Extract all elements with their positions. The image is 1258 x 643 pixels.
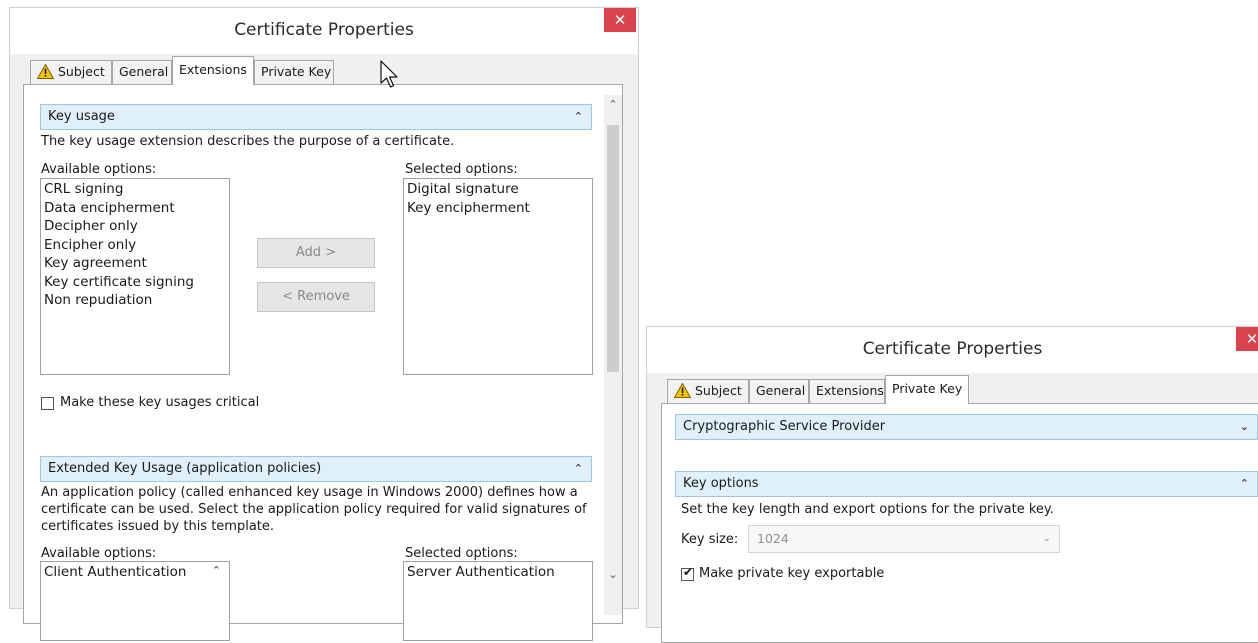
eku-description-line: certificates issued by this template. bbox=[41, 519, 275, 534]
eku-description-line: certificate can be used. Select the appl… bbox=[41, 502, 587, 517]
certificate-properties-dialog-extensions: Certificate Properties ✕ Subject General… bbox=[10, 8, 638, 641]
warning-icon bbox=[37, 64, 54, 79]
tab-subject-label: Subject bbox=[695, 383, 742, 398]
list-item[interactable]: Digital signature bbox=[407, 180, 589, 199]
key-size-select[interactable]: 1024 ⌄ bbox=[748, 525, 1060, 553]
extended-key-usage-header[interactable]: Extended Key Usage (application policies… bbox=[40, 456, 592, 482]
tab-private-key-label: Private Key bbox=[261, 64, 332, 79]
list-item[interactable]: Non repudiation bbox=[44, 291, 226, 310]
checkmark-icon: ✔ bbox=[683, 565, 694, 579]
tab-extensions[interactable]: Extensions bbox=[172, 56, 254, 85]
scroll-down-arrow-icon[interactable]: ⌄ bbox=[604, 568, 622, 581]
certificate-properties-dialog-private-key: Certificate Properties ✕ Subject General… bbox=[647, 327, 1258, 643]
tab-subject-label: Subject bbox=[58, 64, 105, 79]
csp-header-label: Cryptographic Service Provider bbox=[683, 419, 886, 434]
dialog-title: Certificate Properties bbox=[862, 339, 1043, 359]
chevron-up-icon[interactable]: ⌃ bbox=[212, 564, 221, 577]
mouse-pointer-icon bbox=[380, 60, 398, 88]
list-item[interactable]: Server Authentication bbox=[407, 563, 589, 582]
exportable-checkbox-label: Make private key exportable bbox=[699, 566, 885, 581]
close-button[interactable]: ✕ bbox=[1236, 327, 1258, 351]
key-size-label: Key size: bbox=[681, 532, 739, 547]
tab-subject[interactable]: Subject bbox=[667, 379, 749, 403]
extensions-panel: Key usage ⌃ The key usage extension desc… bbox=[23, 84, 623, 641]
list-item[interactable]: Data encipherment bbox=[44, 199, 226, 218]
eku-available-label: Available options: bbox=[41, 546, 157, 561]
title-bar: Certificate Properties ✕ bbox=[10, 8, 638, 54]
chevron-up-icon: ⌃ bbox=[1239, 477, 1249, 490]
list-item[interactable]: Decipher only bbox=[44, 217, 226, 236]
list-item[interactable]: Key encipherment bbox=[407, 199, 589, 218]
list-item[interactable]: CRL signing bbox=[44, 180, 226, 199]
available-options-label: Available options: bbox=[41, 162, 157, 177]
eku-selected-list[interactable]: Server Authentication bbox=[403, 561, 593, 641]
key-options-header-label: Key options bbox=[683, 476, 759, 491]
add-button[interactable]: Add > bbox=[257, 238, 375, 268]
scroll-thumb[interactable] bbox=[607, 125, 619, 372]
key-size-value: 1024 bbox=[757, 531, 789, 546]
key-usage-description: The key usage extension describes the pu… bbox=[41, 134, 455, 149]
csp-header[interactable]: Cryptographic Service Provider ⌄ bbox=[675, 414, 1258, 440]
tab-general[interactable]: General bbox=[749, 379, 809, 403]
list-item[interactable]: Client Authentication bbox=[44, 563, 226, 582]
vertical-scrollbar[interactable]: ⌃ ⌄ bbox=[604, 95, 622, 615]
close-button[interactable]: ✕ bbox=[604, 8, 636, 32]
tab-subject[interactable]: Subject bbox=[30, 60, 112, 84]
key-usage-header-label: Key usage bbox=[48, 109, 115, 124]
selected-options-label: Selected options: bbox=[405, 162, 518, 177]
list-item[interactable]: Key certificate signing bbox=[44, 273, 226, 292]
key-options-description: Set the key length and export options fo… bbox=[681, 502, 1054, 517]
title-bar: Certificate Properties ✕ bbox=[647, 327, 1258, 373]
key-options-header[interactable]: Key options ⌃ bbox=[675, 471, 1258, 497]
tab-private-key[interactable]: Private Key bbox=[885, 375, 969, 404]
chevron-up-icon: ⌃ bbox=[573, 462, 583, 475]
scroll-up-arrow-icon[interactable]: ⌃ bbox=[604, 98, 622, 111]
warning-icon bbox=[674, 383, 691, 398]
tab-private-key-label: Private Key bbox=[892, 381, 963, 396]
list-item[interactable]: Key agreement bbox=[44, 254, 226, 273]
tab-general[interactable]: General bbox=[112, 60, 172, 84]
tab-extensions-label: Extensions bbox=[179, 62, 247, 77]
tab-private-key[interactable]: Private Key bbox=[254, 60, 334, 84]
selected-options-list[interactable]: Digital signature Key encipherment bbox=[403, 178, 593, 375]
tab-general-label: General bbox=[756, 383, 806, 398]
tab-general-label: General bbox=[119, 64, 169, 79]
chevron-down-icon: ⌄ bbox=[1239, 420, 1249, 433]
list-item[interactable]: Encipher only bbox=[44, 236, 226, 255]
private-key-panel: Cryptographic Service Provider ⌄ Key opt… bbox=[661, 403, 1258, 643]
dialog-title: Certificate Properties bbox=[234, 20, 414, 40]
tab-extensions-label: Extensions bbox=[816, 383, 884, 398]
tab-extensions[interactable]: Extensions bbox=[809, 379, 885, 403]
exportable-checkbox[interactable]: ✔ bbox=[681, 565, 694, 581]
critical-checkbox[interactable] bbox=[41, 397, 54, 410]
available-options-list[interactable]: CRL signing Data encipherment Decipher o… bbox=[40, 178, 230, 375]
chevron-up-icon: ⌃ bbox=[573, 110, 583, 123]
eku-header-label: Extended Key Usage (application policies… bbox=[48, 461, 322, 476]
eku-available-list[interactable]: Client Authentication ⌃ bbox=[40, 561, 230, 641]
chevron-down-icon: ⌄ bbox=[1042, 533, 1051, 544]
eku-selected-label: Selected options: bbox=[405, 546, 518, 561]
remove-button[interactable]: < Remove bbox=[257, 282, 375, 312]
key-usage-header[interactable]: Key usage ⌃ bbox=[40, 104, 592, 130]
eku-description-line: An application policy (called enhanced k… bbox=[41, 485, 578, 500]
critical-checkbox-label: Make these key usages critical bbox=[60, 395, 260, 410]
